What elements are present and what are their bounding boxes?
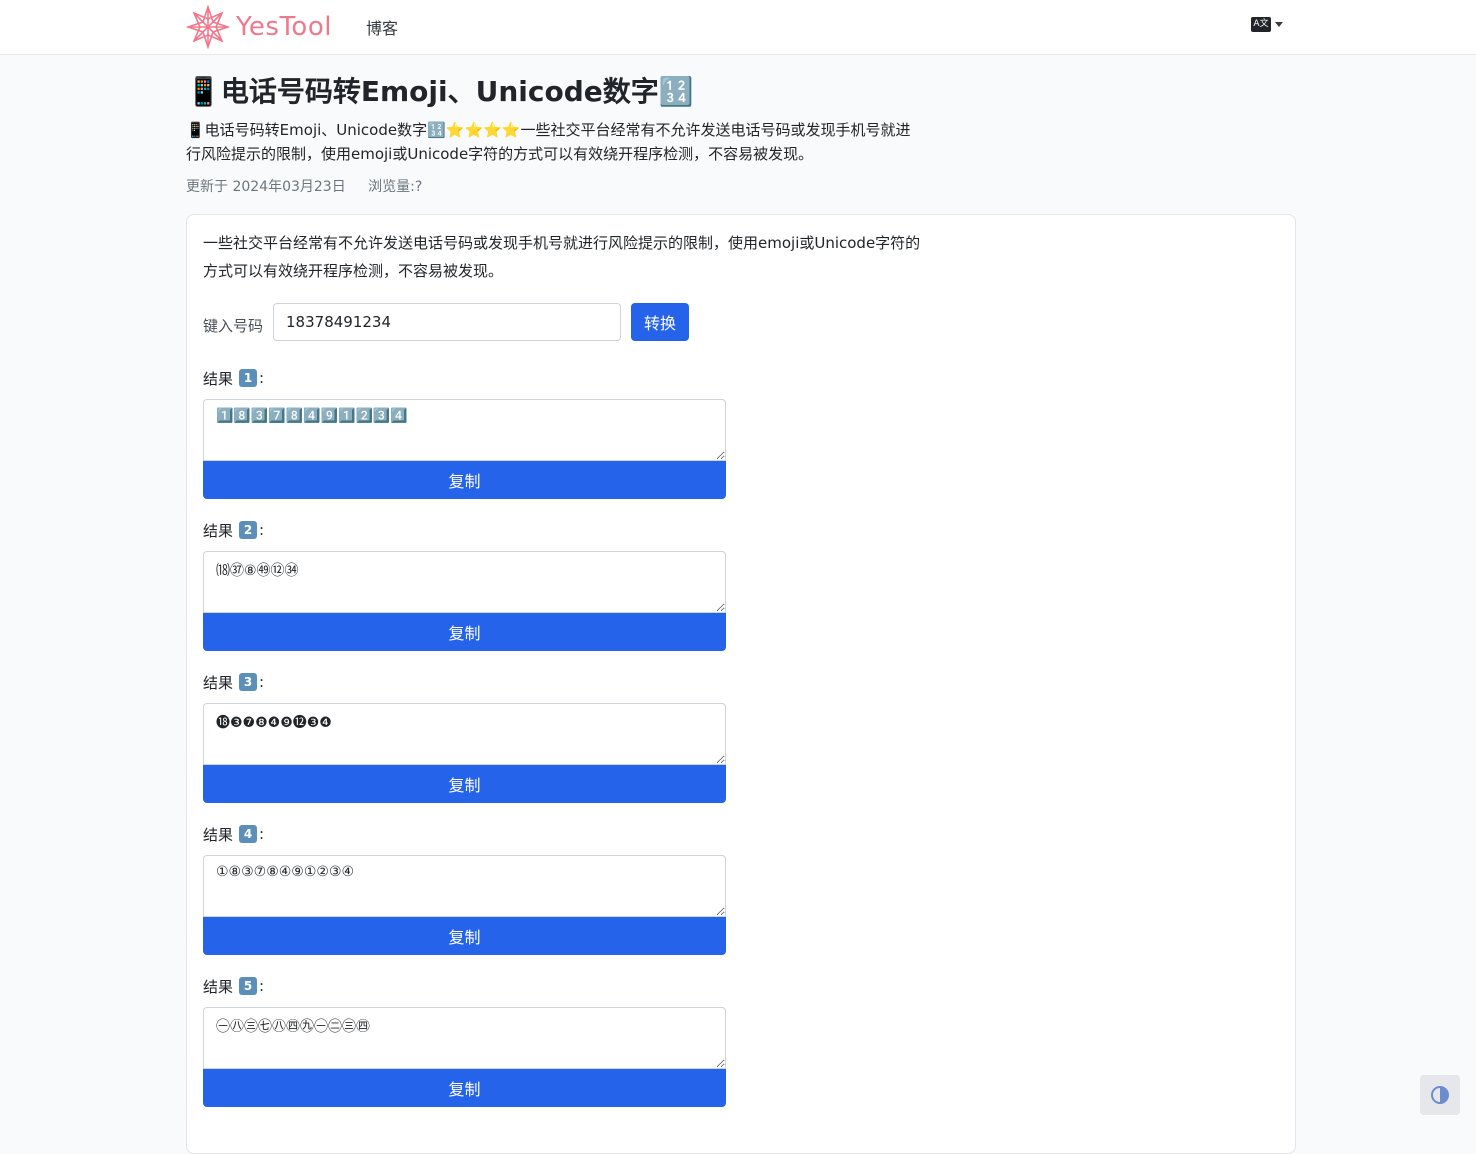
copy-button[interactable]: 复制 [203,613,726,651]
translate-icon: A文 [1251,17,1271,32]
result-textarea[interactable]: ⓲❸❼❽❹❾⓬❸❹ [203,703,726,765]
theme-toggle-button[interactable] [1420,1075,1460,1115]
input-row: 键入号码 转换 [203,303,690,341]
result-block: 结果 5 : ㊀㊇㊂㊆㊇㊃㊈㊀㊁㊂㊃ 复制 [203,975,727,1107]
result-block: 结果 3 : ⓲❸❼❽❹❾⓬❸❹ 复制 [203,671,727,803]
caret-down-icon [1275,22,1283,27]
logo[interactable]: YesTool [186,5,332,49]
colon: : [259,825,265,843]
nav-link-blog[interactable]: 博客 [366,15,398,39]
keycap-number: 4 [239,825,258,843]
page-title: 📱电话号码转Emoji、Unicode数字🔢 [186,75,694,108]
result-textarea[interactable]: 1️⃣8️⃣3️⃣7️⃣8️⃣4️⃣9️⃣1️⃣2️⃣3️⃣4️⃣ [203,399,726,461]
page-meta: 更新于 2024年03月23日 浏览量:? [186,176,422,196]
keycap-number: 2 [239,521,258,539]
colon: : [259,521,265,539]
result-label-text: 结果 [203,977,234,996]
copy-button[interactable]: 复制 [203,1069,726,1107]
colon: : [259,673,265,691]
result-label-text: 结果 [203,369,234,388]
result-label-text: 结果 [203,521,234,540]
result-label: 结果 2 : [203,519,727,541]
tool-card: 一些社交平台经常有不允许发送电话号码或发现手机号就进行风险提示的限制，使用emo… [186,214,1296,1154]
convert-button[interactable]: 转换 [631,303,690,341]
page-description: 📱电话号码转Emoji、Unicode数字🔢⭐⭐⭐⭐一些社交平台经常有不允许发送… [186,121,911,163]
updated-date: 更新于 2024年03月23日 [186,179,346,195]
logo-icon [186,5,230,49]
result-block: 结果 4 : ①⑧③⑦⑧④⑨①②③④ 复制 [203,823,727,955]
navbar: YesTool 博客 A文 [0,0,1476,55]
result-label: 结果 1 : [203,367,727,389]
logo-text: YesTool [236,12,332,42]
result-textarea[interactable]: ①⑧③⑦⑧④⑨①②③④ [203,855,726,917]
result-label: 结果 5 : [203,975,727,997]
view-count: 浏览量:? [368,179,423,195]
colon: : [259,977,265,995]
result-textarea[interactable]: ⒅㊲⑧㊾⑫㉞ [203,551,726,613]
result-label: 结果 4 : [203,823,727,845]
keycap-number: 3 [239,673,258,691]
copy-button[interactable]: 复制 [203,461,726,499]
input-label: 键入号码 [203,316,264,335]
language-switcher[interactable]: A文 [1251,17,1283,32]
colon: : [259,369,265,387]
copy-button[interactable]: 复制 [203,917,726,955]
result-textarea[interactable]: ㊀㊇㊂㊆㊇㊃㊈㊀㊁㊂㊃ [203,1007,726,1069]
copy-button[interactable]: 复制 [203,765,726,803]
result-label: 结果 3 : [203,671,727,693]
result-block: 结果 2 : ⒅㊲⑧㊾⑫㉞ 复制 [203,519,727,651]
keycap-number: 5 [239,977,258,995]
phone-input[interactable] [273,303,622,341]
contrast-icon [1431,1086,1449,1104]
result-block: 结果 1 : 1️⃣8️⃣3️⃣7️⃣8️⃣4️⃣9️⃣1️⃣2️⃣3️⃣4️⃣… [203,367,727,499]
result-label-text: 结果 [203,673,234,692]
result-label-text: 结果 [203,825,234,844]
tool-intro: 一些社交平台经常有不允许发送电话号码或发现手机号就进行风险提示的限制，使用emo… [203,234,921,280]
keycap-number: 1 [239,369,258,387]
